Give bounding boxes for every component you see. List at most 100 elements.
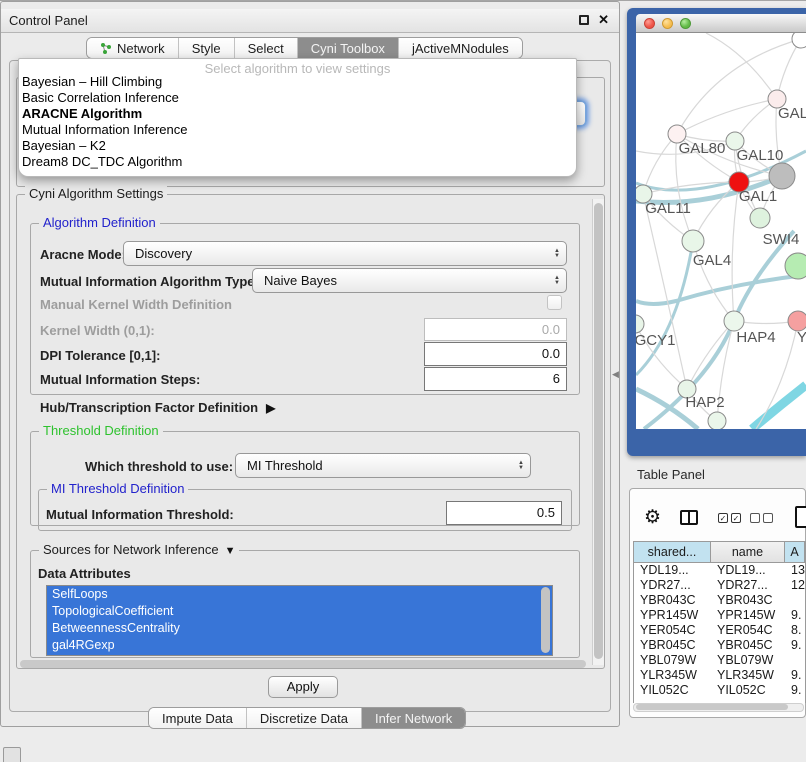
close-window-icon[interactable]: ✕ [598, 14, 609, 26]
tab-network[interactable]: Network [87, 38, 179, 58]
table-row[interactable]: YER054CYER054C8. [634, 623, 805, 638]
table-row[interactable]: YDR27...YDR27...12 [634, 578, 805, 593]
network-canvas[interactable]: GALGAL80GAL10GAL1GAL11GAL4SWI4GCY1HAP4YH… [636, 33, 806, 429]
checked-checkbox-icon[interactable]: ✓ [718, 513, 728, 523]
table-cell: YER054C [634, 623, 711, 638]
stepper-arrows-icon: ▲▼ [554, 242, 560, 265]
unchecked-checkbox-icon[interactable] [763, 513, 773, 523]
tab-label: Cyni Toolbox [311, 41, 385, 56]
which-threshold-combo[interactable]: MI Threshold ▲▼ [235, 453, 531, 478]
algorithm-dropdown-popup: Select algorithm to view settings Bayesi… [18, 58, 577, 177]
threshold-definition-title: Threshold Definition [39, 423, 163, 438]
mi-threshold-label: Mutual Information Threshold: [46, 507, 234, 522]
network-node-label: SWI4 [763, 231, 800, 248]
gear-icon[interactable]: ⚙ [644, 506, 661, 529]
attribute-list-item[interactable]: BetweennessCentrality [47, 620, 552, 637]
mi-steps-field[interactable]: 6 [424, 367, 567, 391]
algorithm-option[interactable]: Bayesian – K2 [19, 138, 576, 154]
table-row[interactable]: YIL052CYIL052C9. [634, 683, 805, 698]
tab-style[interactable]: Style [179, 38, 235, 58]
dpi-tolerance-value: 0.0 [542, 346, 560, 361]
checked-checkbox-icon[interactable]: ✓ [731, 513, 741, 523]
kernel-width-field[interactable]: 0.0 [424, 318, 567, 341]
data-attributes-list[interactable]: SelfLoopsTopologicalCoefficientBetweenne… [46, 585, 553, 656]
mi-type-label: Mutual Information Algorithm Type: [40, 274, 259, 289]
desktop: Control Panel ✕ Network Style Select Cyni T… [0, 0, 806, 762]
network-node[interactable] [708, 412, 726, 429]
column-header[interactable]: A [785, 542, 805, 562]
mi-type-combo[interactable]: Naive Bayes ▲▼ [252, 268, 567, 293]
zoom-traffic-light-icon[interactable] [680, 18, 691, 29]
table-cell: YIL052C [711, 683, 785, 698]
algorithm-option[interactable]: Mutual Information Inference [19, 122, 576, 138]
table-cell: YLR345W [711, 668, 785, 683]
mi-threshold-field[interactable]: 0.5 [446, 501, 562, 525]
network-window-titlebar[interactable] [636, 14, 806, 33]
attributes-scrollbar-thumb[interactable] [541, 587, 550, 653]
table-row[interactable]: YBR045CYBR045C9. [634, 638, 805, 653]
dpi-tolerance-field[interactable]: 0.0 [424, 342, 567, 366]
table-row[interactable]: YBL079WYBL079W [634, 653, 805, 668]
minimize-traffic-light-icon[interactable] [662, 18, 673, 29]
network-edge [687, 321, 734, 389]
table-cell: YDR27... [711, 578, 785, 593]
tab-discretize-data[interactable]: Discretize Data [247, 708, 362, 728]
table-cell: 9. [785, 638, 805, 653]
column-header[interactable]: name [711, 542, 785, 562]
tab-label: Style [192, 41, 221, 56]
settings-scrollbar-thumb[interactable] [594, 203, 603, 659]
network-node[interactable] [682, 230, 704, 252]
network-node[interactable] [724, 311, 744, 331]
algorithm-option[interactable]: Basic Correlation Inference [19, 90, 576, 106]
tab-label: Infer Network [375, 711, 452, 726]
network-node[interactable] [636, 315, 644, 333]
columns-icon[interactable] [680, 510, 698, 525]
table-cell: YBR045C [634, 638, 711, 653]
tab-select[interactable]: Select [235, 38, 298, 58]
close-traffic-light-icon[interactable] [644, 18, 655, 29]
hub-definition-toggle[interactable]: Hub/Transcription Factor Definition▶ [40, 400, 275, 415]
table-row[interactable]: YLR345WYLR345W9. [634, 668, 805, 683]
table-row[interactable]: YDL19...YDL19...13 [634, 563, 805, 578]
tab-cyni-toolbox[interactable]: Cyni Toolbox [298, 38, 399, 58]
table-scrollbar-thumb[interactable] [636, 704, 788, 710]
control-panel-titlebar[interactable]: Control Panel ✕ [1, 9, 619, 33]
minimized-panel-chip[interactable] [3, 747, 21, 762]
tab-infer-network[interactable]: Infer Network [362, 708, 465, 728]
tab-impute-data[interactable]: Impute Data [149, 708, 247, 728]
network-node-label: GAL [778, 105, 806, 122]
network-node[interactable] [792, 33, 806, 48]
settings-vertical-scrollbar[interactable] [592, 199, 604, 665]
table-row[interactable]: YBR043CYBR043C [634, 593, 805, 608]
network-node[interactable] [750, 208, 770, 228]
splitter-collapse-icon[interactable]: ◀ [612, 369, 619, 380]
algorithm-option[interactable]: Bayesian – Hill Climbing [19, 74, 576, 90]
sources-group-title[interactable]: Sources for Network Inference▼ [39, 542, 239, 557]
restore-window-icon[interactable] [579, 15, 589, 25]
aracne-mode-combo[interactable]: Discovery ▲▼ [123, 241, 567, 266]
tab-jactivemnodules[interactable]: jActiveMNodules [399, 38, 522, 58]
stepper-arrows-icon: ▲▼ [518, 454, 524, 477]
table-cell: YBL079W [634, 653, 711, 668]
algorithm-option[interactable]: ARACNE Algorithm [19, 106, 576, 122]
settings-horizontal-scrollbar[interactable] [20, 660, 586, 668]
table-header-row: shared...nameA [634, 542, 805, 563]
attribute-list-item[interactable]: TopologicalCoefficient [47, 603, 552, 620]
document-icon[interactable] [795, 506, 806, 528]
tab-label: Network [117, 41, 165, 56]
table-row[interactable]: YPR145WYPR145W9. [634, 608, 805, 623]
expand-right-icon: ▶ [266, 401, 275, 415]
network-node[interactable] [769, 163, 795, 189]
unchecked-checkbox-icon[interactable] [750, 513, 760, 523]
manual-kernel-checkbox[interactable] [547, 295, 562, 310]
apply-button[interactable]: Apply [268, 676, 338, 698]
data-attributes-label: Data Attributes [38, 566, 131, 581]
attribute-list-item[interactable]: gal4RGexp [47, 637, 552, 654]
attribute-list-item[interactable]: SelfLoops [47, 586, 552, 603]
column-header[interactable]: shared... [634, 542, 711, 562]
network-node[interactable] [788, 311, 806, 331]
stepper-arrows-icon: ▲▼ [554, 269, 560, 292]
network-node-label: GCY1 [636, 332, 675, 349]
algorithm-option[interactable]: Dream8 DC_TDC Algorithm [19, 154, 576, 170]
network-node[interactable] [785, 253, 806, 279]
